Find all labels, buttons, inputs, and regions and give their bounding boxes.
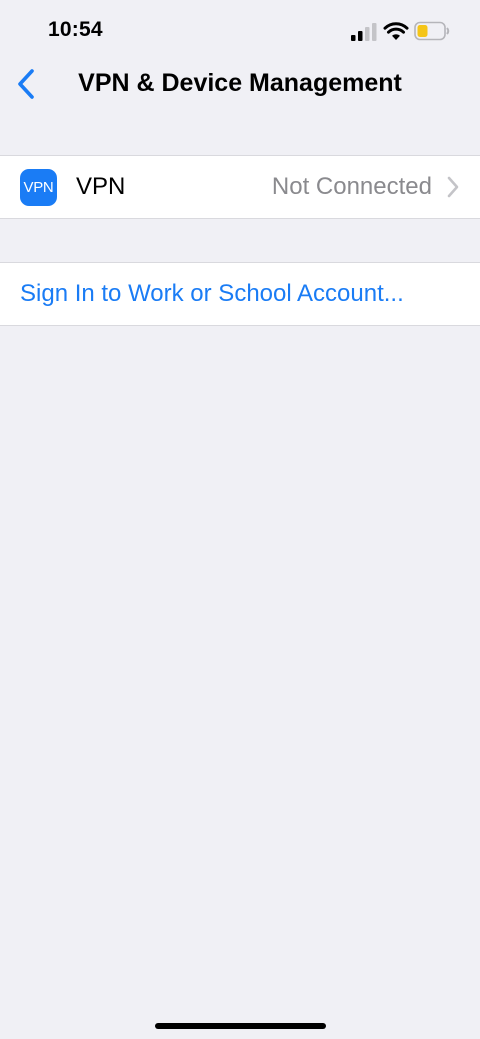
battery-low-icon bbox=[414, 21, 450, 41]
page-title: VPN & Device Management bbox=[78, 69, 402, 97]
status-time: 10:54 bbox=[48, 18, 103, 41]
status-bar: 10:54 bbox=[0, 0, 480, 62]
vpn-status: Not Connected bbox=[271, 173, 432, 200]
navigation-bar: VPN & Device Management bbox=[0, 62, 480, 110]
vpn-row[interactable]: VPN VPN Not Connected bbox=[0, 156, 480, 218]
account-group: Sign In to Work or School Account... bbox=[0, 262, 480, 326]
vpn-app-icon: VPN bbox=[20, 169, 57, 206]
vpn-label: VPN bbox=[76, 173, 126, 200]
cellular-signal-icon bbox=[351, 23, 377, 41]
vpn-group: VPN VPN Not Connected bbox=[0, 155, 480, 219]
wifi-icon bbox=[383, 22, 409, 40]
vpn-device-management-screen: 10:54 VPN & Device Management VPN VPN No… bbox=[0, 0, 480, 1039]
sign-in-work-school-account-link[interactable]: Sign In to Work or School Account... bbox=[20, 280, 404, 308]
chevron-right-icon bbox=[447, 176, 459, 198]
home-indicator[interactable] bbox=[155, 1023, 326, 1029]
